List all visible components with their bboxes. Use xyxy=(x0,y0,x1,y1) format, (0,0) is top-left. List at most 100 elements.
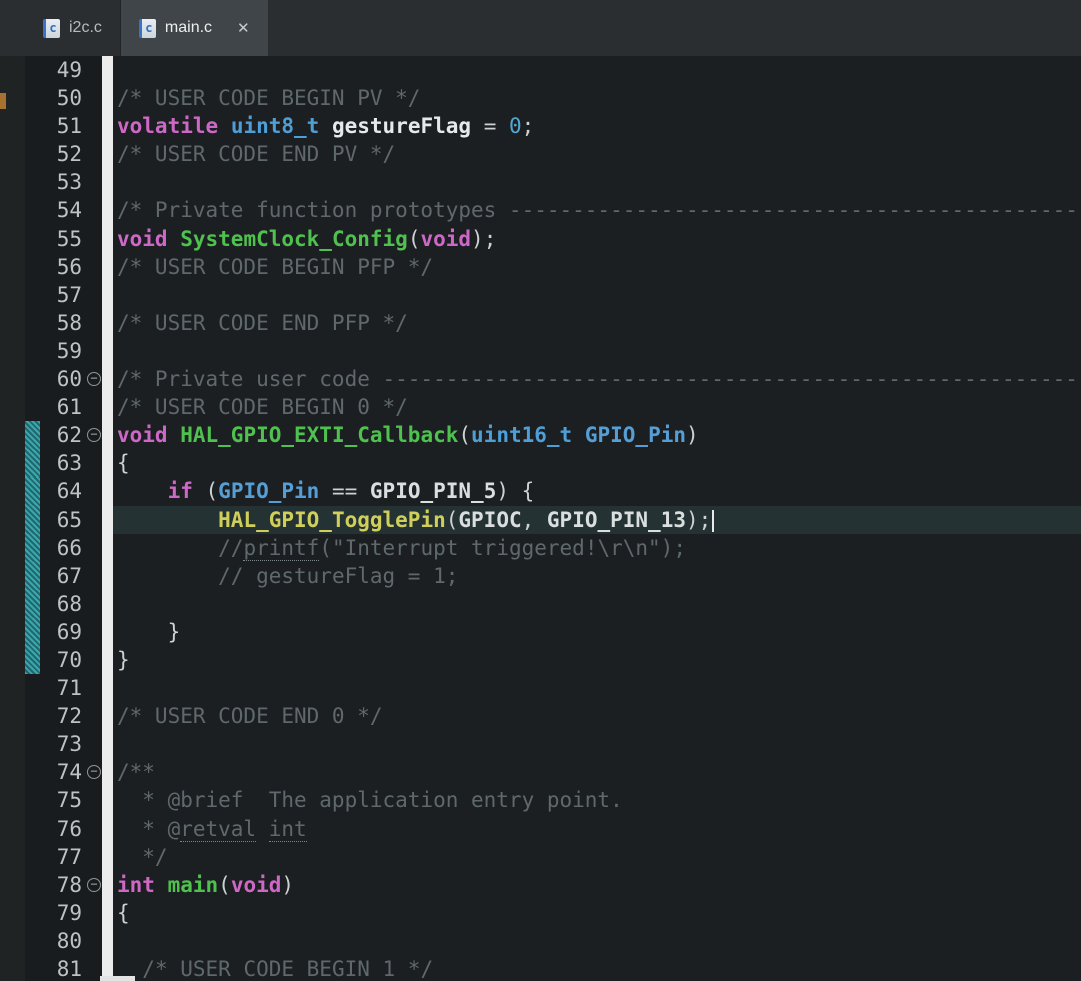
line-number[interactable]: 55 xyxy=(40,225,87,253)
code-text[interactable]: /* USER CODE BEGIN 0 */ xyxy=(113,393,1081,421)
code-text[interactable]: /* USER CODE BEGIN PV */ xyxy=(113,84,1081,112)
line-number[interactable]: 81 xyxy=(40,955,87,981)
fold-collapse-icon[interactable]: − xyxy=(87,878,101,892)
code-text[interactable] xyxy=(113,168,1081,196)
code-text[interactable]: /** xyxy=(113,758,1081,786)
line-number[interactable]: 71 xyxy=(40,674,87,702)
line-number[interactable]: 66 xyxy=(40,534,87,562)
line-number[interactable]: 70 xyxy=(40,646,87,674)
code-text[interactable]: } xyxy=(113,618,1081,646)
code-line[interactable]: 50 /* USER CODE BEGIN PV */ xyxy=(25,84,1081,112)
code-line[interactable]: 80 xyxy=(25,927,1081,955)
line-number[interactable]: 67 xyxy=(40,562,87,590)
line-number[interactable]: 50 xyxy=(40,84,87,112)
fold-gutter[interactable]: − xyxy=(87,758,102,786)
code-text[interactable] xyxy=(113,927,1081,955)
code-line[interactable]: 68 xyxy=(25,590,1081,618)
line-number[interactable]: 59 xyxy=(40,337,87,365)
line-number[interactable]: 75 xyxy=(40,786,87,814)
code-text[interactable]: void SystemClock_Config(void); xyxy=(113,225,1081,253)
code-line[interactable]: 66 //printf("Interrupt triggered!\r\n"); xyxy=(25,534,1081,562)
line-number[interactable]: 73 xyxy=(40,730,87,758)
code-line[interactable]: 54 /* Private function prototypes -------… xyxy=(25,196,1081,224)
code-line[interactable]: 63{ xyxy=(25,449,1081,477)
code-line[interactable]: 52 /* USER CODE END PV */ xyxy=(25,140,1081,168)
code-text[interactable]: /* USER CODE BEGIN 1 */ xyxy=(113,955,1081,981)
fold-collapse-icon[interactable]: − xyxy=(87,372,101,386)
line-number[interactable]: 68 xyxy=(40,590,87,618)
line-number[interactable]: 65 xyxy=(40,506,87,534)
code-line[interactable]: 71 xyxy=(25,674,1081,702)
code-text[interactable] xyxy=(113,674,1081,702)
code-text[interactable]: } xyxy=(113,646,1081,674)
code-text[interactable] xyxy=(113,730,1081,758)
line-number[interactable]: 56 xyxy=(40,253,87,281)
code-line[interactable]: 76 * @retval int xyxy=(25,815,1081,843)
code-text[interactable] xyxy=(113,56,1081,84)
code-text[interactable]: /* USER CODE END 0 */ xyxy=(113,702,1081,730)
fold-gutter[interactable]: − xyxy=(87,871,102,899)
line-number[interactable]: 76 xyxy=(40,815,87,843)
code-text[interactable]: void HAL_GPIO_EXTI_Callback(uint16_t GPI… xyxy=(113,421,1081,449)
line-number[interactable]: 57 xyxy=(40,281,87,309)
code-line[interactable]: 74−/** xyxy=(25,758,1081,786)
code-text[interactable]: /* Private function prototypes ---------… xyxy=(113,196,1081,224)
line-number[interactable]: 53 xyxy=(40,168,87,196)
code-line[interactable]: 53 xyxy=(25,168,1081,196)
code-text[interactable]: /* USER CODE END PV */ xyxy=(113,140,1081,168)
line-number[interactable]: 72 xyxy=(40,702,87,730)
code-line[interactable]: 55 void SystemClock_Config(void); xyxy=(25,225,1081,253)
code-line[interactable]: 56 /* USER CODE BEGIN PFP */ xyxy=(25,253,1081,281)
line-number[interactable]: 64 xyxy=(40,477,87,505)
code-text[interactable]: /* USER CODE END PFP */ xyxy=(113,309,1081,337)
line-number[interactable]: 49 xyxy=(40,56,87,84)
code-line[interactable]: 49 xyxy=(25,56,1081,84)
code-text[interactable]: /* Private user code -------------------… xyxy=(113,365,1081,393)
code-text[interactable] xyxy=(113,590,1081,618)
code-line[interactable]: 57 xyxy=(25,281,1081,309)
code-text[interactable] xyxy=(113,337,1081,365)
code-line[interactable]: 77 */ xyxy=(25,843,1081,871)
code-text[interactable]: HAL_GPIO_TogglePin(GPIOC, GPIO_PIN_13); xyxy=(113,506,1081,534)
fold-gutter[interactable]: − xyxy=(87,421,102,449)
line-number[interactable]: 52 xyxy=(40,140,87,168)
line-number[interactable]: 54 xyxy=(40,196,87,224)
line-number[interactable]: 80 xyxy=(40,927,87,955)
code-text[interactable]: { xyxy=(113,899,1081,927)
line-number[interactable]: 60 xyxy=(40,365,87,393)
code-line[interactable]: 60−/* Private user code ----------------… xyxy=(25,365,1081,393)
fold-collapse-icon[interactable]: − xyxy=(87,428,101,442)
line-number[interactable]: 62 xyxy=(40,421,87,449)
line-number[interactable]: 74 xyxy=(40,758,87,786)
code-text[interactable]: if (GPIO_Pin == GPIO_PIN_5) { xyxy=(113,477,1081,505)
code-text[interactable]: { xyxy=(113,449,1081,477)
line-number[interactable]: 79 xyxy=(40,899,87,927)
fold-gutter[interactable]: − xyxy=(87,365,102,393)
code-line[interactable]: 51volatile uint8_t gestureFlag = 0; xyxy=(25,112,1081,140)
line-number[interactable]: 58 xyxy=(40,309,87,337)
code-line[interactable]: 61 /* USER CODE BEGIN 0 */ xyxy=(25,393,1081,421)
code-line[interactable]: 78−int main(void) xyxy=(25,871,1081,899)
close-tab-icon[interactable]: ✕ xyxy=(237,19,250,37)
code-text[interactable]: */ xyxy=(113,843,1081,871)
tab-main-c[interactable]: c main.c ✕ xyxy=(121,0,268,56)
code-text[interactable]: volatile uint8_t gestureFlag = 0; xyxy=(113,112,1081,140)
code-line[interactable]: 69 } xyxy=(25,618,1081,646)
code-line[interactable]: 73 xyxy=(25,730,1081,758)
code-line[interactable]: 59 xyxy=(25,337,1081,365)
code-line[interactable]: 81 /* USER CODE BEGIN 1 */ xyxy=(25,955,1081,981)
line-number[interactable]: 61 xyxy=(40,393,87,421)
code-text[interactable] xyxy=(113,281,1081,309)
code-line[interactable]: 65 HAL_GPIO_TogglePin(GPIOC, GPIO_PIN_13… xyxy=(25,506,1081,534)
code-line[interactable]: 67 // gestureFlag = 1; xyxy=(25,562,1081,590)
code-line[interactable]: 70} xyxy=(25,646,1081,674)
code-line[interactable]: 64 if (GPIO_Pin == GPIO_PIN_5) { xyxy=(25,477,1081,505)
code-text[interactable]: /* USER CODE BEGIN PFP */ xyxy=(113,253,1081,281)
code-text[interactable]: int main(void) xyxy=(113,871,1081,899)
code-line[interactable]: 79 { xyxy=(25,899,1081,927)
code-line[interactable]: 62−void HAL_GPIO_EXTI_Callback(uint16_t … xyxy=(25,421,1081,449)
code-lines[interactable]: 4950 /* USER CODE BEGIN PV */51volatile u… xyxy=(25,56,1081,981)
code-editor[interactable]: 4950 /* USER CODE BEGIN PV */51volatile u… xyxy=(0,56,1081,981)
code-text[interactable]: * @brief The application entry point. xyxy=(113,786,1081,814)
code-line[interactable]: 75 * @brief The application entry point. xyxy=(25,786,1081,814)
